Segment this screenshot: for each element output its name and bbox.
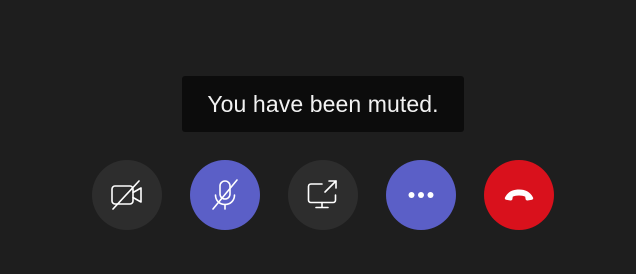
mic-toggle-button[interactable] [190,160,260,230]
camera-toggle-button[interactable] [92,160,162,230]
call-controls-toolbar [0,0,636,274]
hang-up-button[interactable] [484,160,554,230]
camera-off-icon [108,176,146,214]
more-options-button[interactable] [386,160,456,230]
share-screen-button[interactable] [288,160,358,230]
more-horizontal-icon [402,176,440,214]
share-screen-icon [304,176,342,214]
mic-off-icon [206,176,244,214]
phone-hangup-icon [500,176,538,214]
